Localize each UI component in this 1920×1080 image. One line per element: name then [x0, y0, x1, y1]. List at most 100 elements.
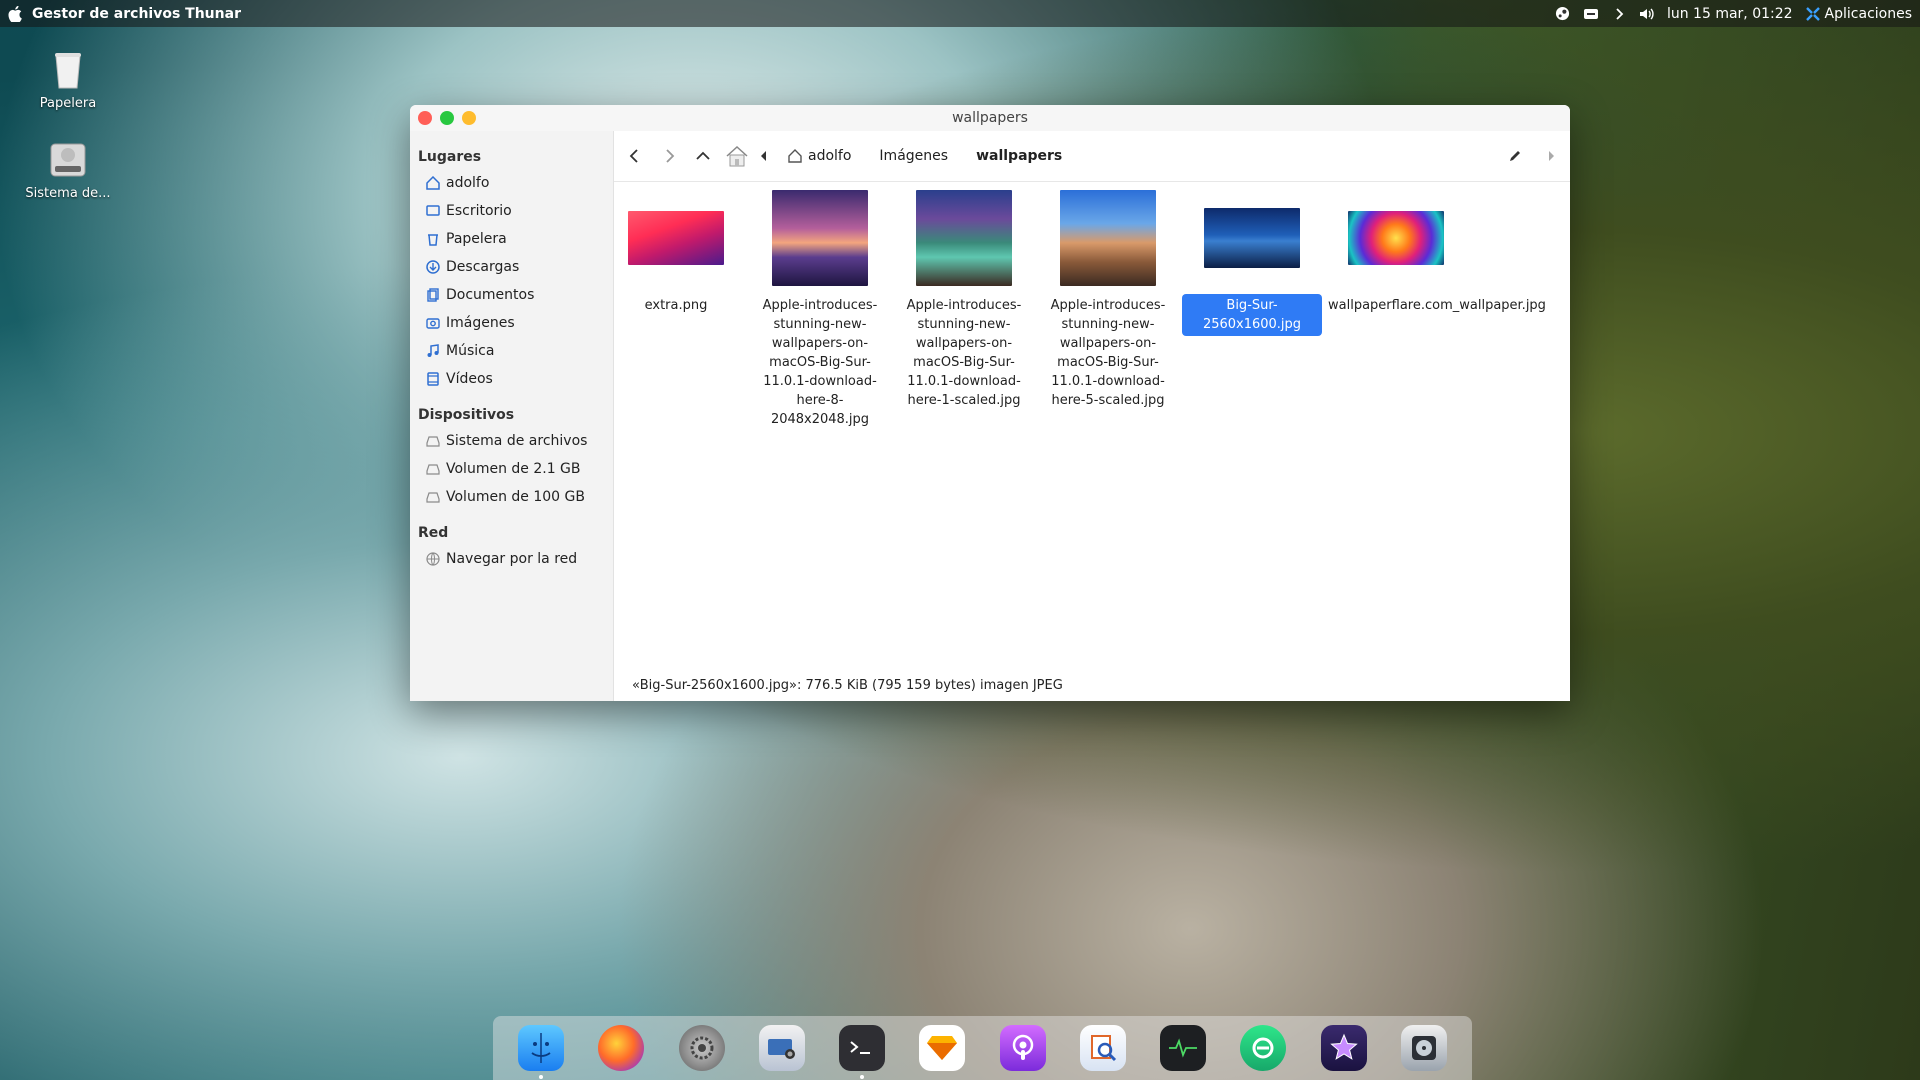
breadcrumb-adolfo[interactable]: adolfo	[774, 139, 865, 173]
location-toolbar: adolfo Imágenes wallpapers	[614, 131, 1570, 182]
dock	[493, 1016, 1472, 1080]
film-icon	[426, 372, 440, 386]
breadcrumb-label: adolfo	[808, 148, 852, 164]
browser-icon[interactable]	[1240, 1025, 1287, 1071]
file-item-selected[interactable]: Big-Sur-2560x1600.jpg	[1182, 190, 1322, 336]
sidebar-item-label: Volumen de 100 GB	[446, 489, 585, 505]
globe-icon	[426, 552, 440, 566]
sidebar-item-volume-100gb[interactable]: Volumen de 100 GB	[410, 483, 613, 511]
home-icon	[426, 176, 440, 190]
sidebar-item-trash[interactable]: Papelera	[410, 225, 613, 253]
breadcrumb-label: wallpapers	[976, 148, 1063, 164]
chevron-right-icon[interactable]	[1611, 6, 1627, 22]
window-controls	[418, 111, 476, 125]
file-item[interactable]: wallpaperflare.com_wallpaper.jpg	[1326, 190, 1546, 317]
desktop-icon-filesystem[interactable]: Sistema de...	[18, 138, 118, 201]
drive-icon	[426, 462, 440, 476]
file-item[interactable]: Apple-introduces-stunning-new-wallpapers…	[1038, 190, 1178, 412]
disk-utility-icon[interactable]	[1400, 1025, 1447, 1071]
sidebar-item-volume-2gb[interactable]: Volumen de 2.1 GB	[410, 455, 613, 483]
file-manager-window: wallpapers Lugares adolfo Escritorio Pap…	[410, 105, 1570, 701]
image-thumbnail	[916, 190, 1012, 286]
trash-icon	[426, 232, 440, 246]
image-thumbnail	[628, 190, 724, 286]
breadcrumb-left-arrow-icon[interactable]	[754, 139, 774, 173]
file-name: Big-Sur-2560x1600.jpg	[1182, 294, 1322, 336]
desktop-icon	[426, 204, 440, 218]
home-icon	[788, 149, 802, 163]
sidebar-item-home[interactable]: adolfo	[410, 169, 613, 197]
desktop-icon-label: Sistema de...	[25, 186, 111, 201]
breadcrumb-wallpapers[interactable]: wallpapers	[962, 139, 1076, 173]
applications-menu[interactable]: Aplicaciones	[1805, 6, 1912, 22]
back-button[interactable]	[618, 139, 652, 173]
file-name: Apple-introduces-stunning-new-wallpapers…	[906, 298, 1022, 408]
home-button[interactable]	[720, 139, 754, 173]
desktop-icon-trash[interactable]: Papelera	[18, 48, 118, 111]
image-thumbnail	[772, 190, 868, 286]
finder-icon[interactable]	[518, 1025, 565, 1079]
sidebar-item-downloads[interactable]: Descargas	[410, 253, 613, 281]
breadcrumb-imagenes[interactable]: Imágenes	[865, 139, 962, 173]
apple-logo-icon[interactable]	[8, 5, 22, 23]
sidebar-item-label: Papelera	[446, 231, 507, 247]
sidebar-section-places: Lugares	[418, 149, 482, 165]
keyboard-icon[interactable]	[1583, 6, 1599, 22]
file-name: extra.png	[644, 298, 708, 313]
applications-label: Aplicaciones	[1824, 5, 1912, 22]
active-app-name[interactable]: Gestor de archivos Thunar	[32, 6, 241, 22]
sidebar-item-label: Navegar por la red	[446, 551, 578, 567]
clock[interactable]: lun 15 mar, 01:22	[1667, 6, 1793, 22]
download-icon	[426, 260, 440, 274]
sidebar-item-label: Imágenes	[446, 315, 515, 331]
imovie-icon[interactable]	[1320, 1025, 1367, 1071]
podcast-icon[interactable]	[999, 1025, 1046, 1071]
status-bar: «Big-Sur-2560x1600.jpg»: 776.5 KiB (795 …	[632, 678, 1063, 693]
sidebar: Lugares adolfo Escritorio Papelera Desca…	[410, 131, 614, 701]
system-settings-icon[interactable]	[678, 1025, 725, 1071]
file-item[interactable]: extra.png	[606, 190, 746, 317]
sidebar-section-devices: Dispositivos	[418, 407, 515, 423]
terminal-icon[interactable]	[839, 1025, 886, 1079]
sidebar-item-filesystem[interactable]: Sistema de archivos	[410, 427, 613, 455]
sketch-icon[interactable]	[919, 1025, 966, 1071]
sidebar-item-videos[interactable]: Vídeos	[410, 365, 613, 393]
sidebar-item-documents[interactable]: Documentos	[410, 281, 613, 309]
trash-icon	[46, 48, 90, 92]
steam-icon[interactable]	[1555, 6, 1571, 22]
sidebar-item-label: Documentos	[446, 287, 535, 303]
sidebar-section-network: Red	[418, 525, 449, 541]
sidebar-item-label: Sistema de archivos	[446, 433, 588, 449]
music-icon	[426, 344, 440, 358]
sidebar-item-music[interactable]: Música	[410, 337, 613, 365]
sidebar-item-pictures[interactable]: Imágenes	[410, 309, 613, 337]
activity-monitor-icon[interactable]	[1160, 1025, 1207, 1071]
main-pane: adolfo Imágenes wallpapers extra.png App…	[614, 131, 1570, 701]
volume-icon[interactable]	[1639, 6, 1655, 22]
edit-location-button[interactable]	[1498, 139, 1532, 173]
close-button[interactable]	[418, 111, 432, 125]
firefox-icon[interactable]	[598, 1025, 645, 1071]
window-titlebar[interactable]: wallpapers	[410, 105, 1570, 131]
sidebar-item-label: Descargas	[446, 259, 520, 275]
file-item[interactable]: Apple-introduces-stunning-new-wallpapers…	[894, 190, 1034, 412]
applications-icon	[1805, 6, 1821, 22]
breadcrumb-right-arrow-icon[interactable]	[1542, 139, 1560, 173]
breadcrumb-label: Imágenes	[879, 148, 949, 164]
file-name: Apple-introduces-stunning-new-wallpapers…	[762, 298, 878, 427]
forward-button[interactable]	[652, 139, 686, 173]
sidebar-item-label: Vídeos	[446, 371, 493, 387]
preview-icon[interactable]	[1079, 1025, 1126, 1071]
camera-icon	[426, 316, 440, 330]
hard-drive-icon	[46, 138, 90, 182]
file-name: Apple-introduces-stunning-new-wallpapers…	[1050, 298, 1166, 408]
drive-icon	[426, 434, 440, 448]
sidebar-item-network[interactable]: Navegar por la red	[410, 545, 613, 573]
screenshot-icon[interactable]	[758, 1025, 805, 1071]
minimize-button[interactable]	[440, 111, 454, 125]
file-name: wallpaperflare.com_wallpaper.jpg	[1328, 298, 1546, 313]
up-button[interactable]	[686, 139, 720, 173]
sidebar-item-desktop[interactable]: Escritorio	[410, 197, 613, 225]
maximize-button[interactable]	[462, 111, 476, 125]
file-item[interactable]: Apple-introduces-stunning-new-wallpapers…	[750, 190, 890, 431]
